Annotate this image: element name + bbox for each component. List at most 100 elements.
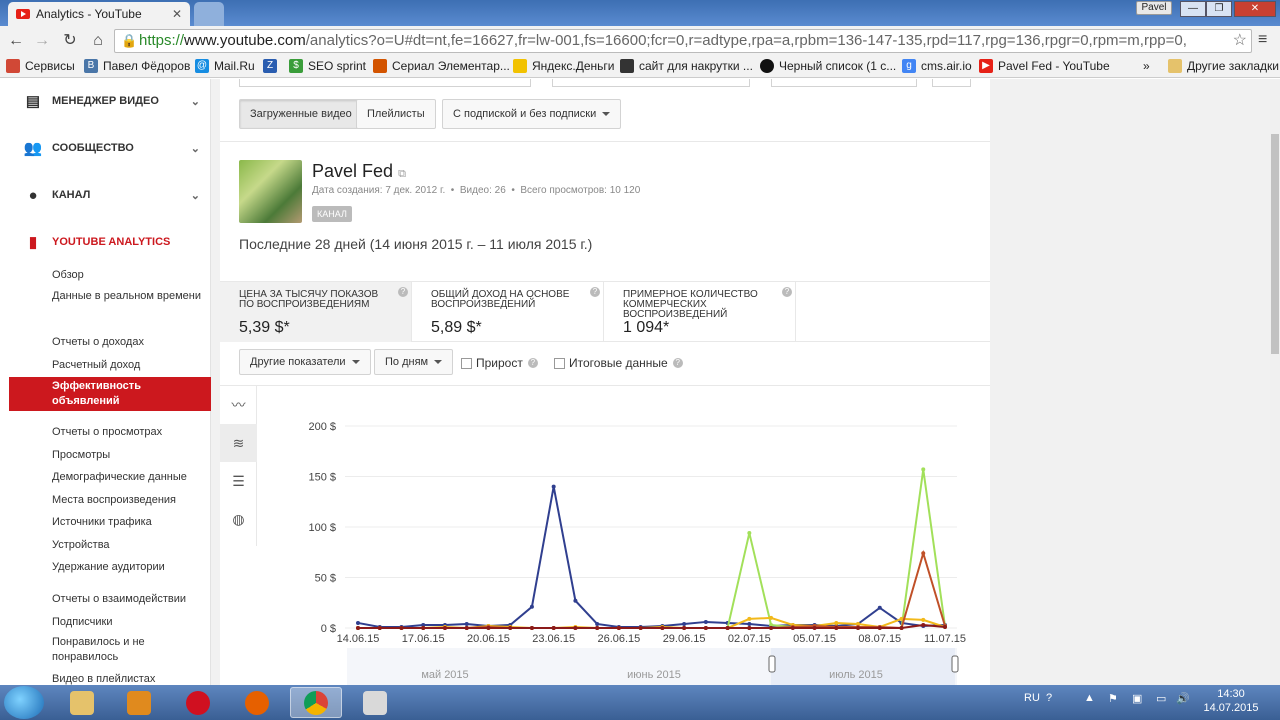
sidebar-section-analytics[interactable]: ▮ YOUTUBE ANALYTICS <box>24 234 200 251</box>
data-point <box>725 626 730 630</box>
seosprint-icon: $ <box>289 59 303 73</box>
bookmark-vk[interactable]: B Павел Фёдоров <box>84 59 190 73</box>
chrome-menu-icon[interactable]: ≡ <box>1258 31 1267 49</box>
bookmarks-overflow-button[interactable]: » <box>1143 59 1150 73</box>
sidebar-item-subscribers[interactable]: Подписчики <box>52 615 202 630</box>
bookmark-label: Сериал Элементар... <box>392 59 510 73</box>
series-line <box>358 469 946 629</box>
bookmark-mailru[interactable]: @ Mail.Ru <box>195 59 255 73</box>
sidebar-item-overview[interactable]: Обзор <box>52 268 202 283</box>
sidebar-item-revenue-reports[interactable]: Отчеты о доходах <box>52 335 202 350</box>
sidebar-item-retention[interactable]: Удержание аудитории <box>52 560 202 575</box>
firefox-icon <box>245 690 269 715</box>
language-indicator[interactable]: RU <box>1024 692 1040 704</box>
navigator-label: июнь 2015 <box>627 669 681 681</box>
data-point <box>551 626 556 630</box>
sidebar-item-estimated-revenue[interactable]: Расчетный доход <box>52 358 202 373</box>
data-point <box>464 626 469 630</box>
tab-title: Analytics - YouTube <box>36 7 142 21</box>
sidebar-item-likes[interactable]: Понравилось и не понравилось <box>52 635 202 665</box>
serial-icon <box>373 59 387 73</box>
taskbar-media[interactable] <box>113 687 165 718</box>
navigator-handle[interactable] <box>951 655 959 673</box>
tray-arrow-icon[interactable]: ▲ <box>1084 692 1095 704</box>
bookmark-apps[interactable]: Сервисы <box>6 59 75 73</box>
sidebar-item-demographics[interactable]: Демографические данные <box>52 470 202 485</box>
data-point <box>921 551 926 556</box>
sidebar-item-ad-performance[interactable]: Эффективность объявлений <box>9 377 211 411</box>
bookmark-label: Павел Фёдоров <box>103 59 191 73</box>
bookmark-serial[interactable]: Сериал Элементар... <box>373 59 510 73</box>
taskbar-explorer[interactable] <box>56 687 108 718</box>
url-host: www.youtube.com <box>184 32 306 49</box>
data-point <box>703 626 708 630</box>
back-arrow-icon[interactable]: ← <box>6 31 26 51</box>
bookmark-star-icon[interactable]: ☆ <box>1233 30 1247 52</box>
section-label: МЕНЕДЖЕР ВИДЕО <box>52 95 159 107</box>
display-icon[interactable]: ▭ <box>1156 692 1166 705</box>
flag-icon[interactable]: ⚑ <box>1108 692 1118 705</box>
bookmark-yandex-money[interactable]: Яндекс.Деньги <box>513 59 614 73</box>
navigator-label: июль 2015 <box>829 669 883 681</box>
sidebar-section-video-manager[interactable]: ▤ МЕНЕДЖЕР ВИДЕО ⌄ <box>24 93 200 110</box>
navigator-handle[interactable] <box>768 655 776 673</box>
sidebar-section-community[interactable]: 👥 СООБЩЕСТВО ⌄ <box>24 140 200 157</box>
data-point <box>747 531 752 536</box>
sidebar-item-view-reports[interactable]: Отчеты о просмотрах <box>52 425 202 440</box>
apps-icon <box>6 59 20 73</box>
tab-close-icon[interactable]: ✕ <box>172 7 182 21</box>
address-bar[interactable]: 🔒 https://www.youtube.com/analytics?o=U#… <box>114 29 1252 53</box>
bookmark-cms[interactable]: g cms.air.io <box>902 59 972 73</box>
maximize-button[interactable]: ❐ <box>1206 1 1232 17</box>
y-tick-label: 50 $ <box>315 573 336 585</box>
scrollbar-thumb[interactable] <box>1271 134 1279 354</box>
data-point <box>899 626 904 630</box>
bookmark-youtube[interactable]: ▶ Pavel Fed - YouTube <box>979 59 1110 73</box>
volume-icon[interactable]: 🔊 <box>1176 692 1190 705</box>
sidebar-item-playlists[interactable]: Видео в плейлистах <box>52 672 202 685</box>
reload-icon[interactable]: ↻ <box>60 31 80 51</box>
youtube-favicon-icon <box>16 9 30 19</box>
forward-arrow-icon[interactable]: → <box>32 31 52 51</box>
data-point <box>769 615 774 620</box>
windows-start-button[interactable] <box>4 686 44 719</box>
bookmark-label: Яндекс.Деньги <box>532 59 615 73</box>
taskbar-paint[interactable] <box>349 687 401 718</box>
data-point <box>399 626 404 630</box>
sidebar-section-channel[interactable]: ● КАНАЛ ⌄ <box>24 187 200 204</box>
sidebar-item-engagement-reports[interactable]: Отчеты о взаимодействии <box>52 592 202 607</box>
taskbar-opera[interactable] <box>172 687 224 718</box>
close-window-button[interactable]: ✕ <box>1234 1 1276 17</box>
x-tick-label: 08.07.15 <box>858 633 901 645</box>
network-icon[interactable]: ▣ <box>1132 692 1142 705</box>
bookmark-translate[interactable]: Z <box>263 59 282 73</box>
help-icon[interactable]: ? <box>1046 692 1052 704</box>
windows-taskbar: RU ? ▲ ⚑ ▣ ▭ 🔊 14:30 14.07.2015 <box>0 685 1280 720</box>
other-bookmarks[interactable]: Другие закладки <box>1168 59 1279 73</box>
system-clock[interactable]: 14:30 14.07.2015 <box>1196 687 1266 715</box>
sidebar-item-traffic-sources[interactable]: Источники трафика <box>52 515 202 530</box>
sidebar-item-playback-locations[interactable]: Места воспроизведения <box>52 493 202 508</box>
data-point <box>595 626 600 630</box>
profile-button[interactable]: Pavel <box>1136 1 1172 15</box>
vk-icon: B <box>84 59 98 73</box>
tab-analytics[interactable]: Analytics - YouTube ✕ <box>8 2 190 26</box>
bookmark-label: Сервисы <box>25 59 75 73</box>
bookmark-site[interactable]: сайт для накрутки ... <box>620 59 753 73</box>
data-point <box>834 626 839 630</box>
page-scrollbar[interactable] <box>1270 79 1280 685</box>
data-point <box>356 620 360 625</box>
taskbar-chrome[interactable] <box>290 687 342 718</box>
minimize-button[interactable]: — <box>1180 1 1206 17</box>
bookmark-seosprint[interactable]: $ SEO sprint <box>289 59 366 73</box>
sidebar-item-devices[interactable]: Устройства <box>52 538 202 553</box>
taskbar-firefox[interactable] <box>231 687 283 718</box>
chevron-down-icon: ⌄ <box>190 189 200 202</box>
sidebar-item-views[interactable]: Просмотры <box>52 448 202 463</box>
new-tab-button[interactable] <box>194 2 224 26</box>
bookmark-blacklist[interactable]: Черный список (1 с... <box>760 59 896 73</box>
sidebar-item-realtime[interactable]: Данные в реальном времени <box>52 289 202 304</box>
home-icon[interactable]: ⌂ <box>88 31 108 51</box>
data-point <box>790 626 795 630</box>
data-point <box>856 626 861 630</box>
